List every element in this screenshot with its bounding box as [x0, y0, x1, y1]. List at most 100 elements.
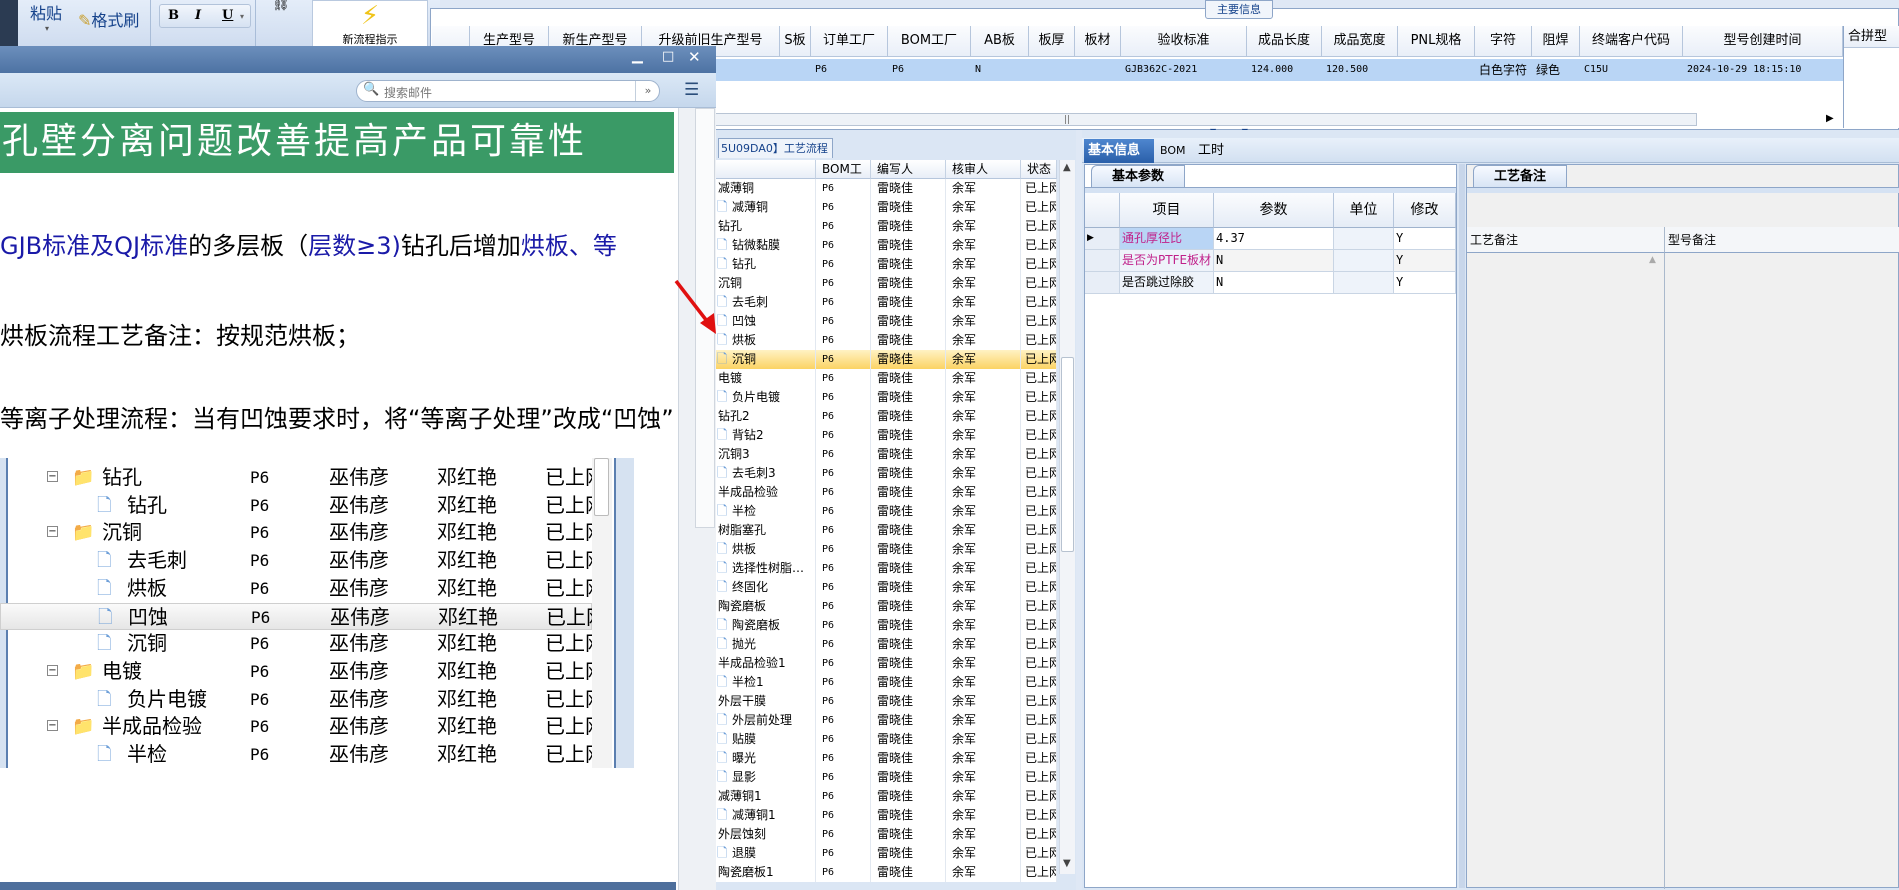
- paste-dropdown-icon[interactable]: ▾: [45, 24, 49, 33]
- vertical-splitter[interactable]: [1459, 164, 1465, 888]
- param-modify[interactable]: Y: [1394, 272, 1456, 294]
- row-indicator[interactable]: [1085, 250, 1120, 272]
- search-options-chevron-icon[interactable]: »: [635, 81, 660, 101]
- table-cell[interactable]: [1029, 59, 1075, 81]
- scroll-up-icon[interactable]: ▲: [1649, 255, 1656, 265]
- column-header[interactable]: 项目: [1120, 193, 1214, 228]
- table-cell[interactable]: C15U: [1580, 59, 1683, 81]
- process-memo-field[interactable]: ▲: [1467, 253, 1665, 889]
- process-row[interactable]: 🗋 半检 P6雷晓佳余军已上网: [716, 502, 1057, 521]
- link-icon[interactable]: ⛓: [272, 0, 290, 12]
- param-item[interactable]: 是否为PTFE板材: [1120, 250, 1214, 272]
- process-row[interactable]: 🗋 去毛刺3 P6雷晓佳余军已上网: [716, 464, 1057, 483]
- process-row[interactable]: 🗋 背钻2 P6雷晓佳余军已上网: [716, 426, 1057, 445]
- table-cell[interactable]: GJB362C-2021: [1121, 59, 1247, 81]
- column-header[interactable]: 字符: [1475, 26, 1532, 57]
- column-header[interactable]: AB板: [971, 26, 1029, 57]
- email-scrollbar[interactable]: [678, 108, 716, 890]
- tab-bom[interactable]: BOM: [1156, 139, 1190, 163]
- process-row[interactable]: 🗋 抛光 P6雷晓佳余军已上网: [716, 635, 1057, 654]
- column-header[interactable]: 型号创建时间: [1683, 26, 1843, 57]
- column-header[interactable]: PNL规格: [1398, 26, 1475, 57]
- column-header[interactable]: [716, 160, 816, 179]
- tab-process-memo[interactable]: 工艺备注: [1473, 165, 1567, 187]
- table-cell[interactable]: P6: [888, 59, 971, 81]
- process-row[interactable]: 钻孔2 P6雷晓佳余军已上网: [716, 407, 1057, 426]
- process-row[interactable]: 🗋 退膜 P6雷晓佳余军已上网: [716, 844, 1057, 863]
- param-modify[interactable]: Y: [1394, 250, 1456, 272]
- process-row[interactable]: 🗋 减薄铜 P6雷晓佳余军已上网: [716, 198, 1057, 217]
- process-row[interactable]: 🗋去毛刺P6雷晓佳余军已上网: [716, 293, 1057, 312]
- process-row[interactable]: 外层蚀刻 P6雷晓佳余军已上网: [716, 825, 1057, 844]
- column-header[interactable]: 编写人: [871, 160, 946, 179]
- process-row[interactable]: 🗋烘板P6雷晓佳余军已上网: [716, 331, 1057, 350]
- process-row[interactable]: 🗋 曝光 P6雷晓佳余军已上网: [716, 749, 1057, 768]
- search-mail-input[interactable]: 🔍 搜索邮件 »: [356, 80, 660, 102]
- table-cell[interactable]: 2024-10-29 18:15:10: [1683, 59, 1843, 81]
- table-cell[interactable]: 124.000: [1247, 59, 1322, 81]
- process-row[interactable]: 🗋 半检1 P6雷晓佳余军已上网: [716, 673, 1057, 692]
- column-header[interactable]: 订单工厂: [811, 26, 888, 57]
- process-row[interactable]: 树脂塞孔 P6雷晓佳余军已上网: [716, 521, 1057, 540]
- process-row[interactable]: 减薄铜1 P6雷晓佳余军已上网: [716, 787, 1057, 806]
- process-row[interactable]: 减薄铜 P6雷晓佳余军已上网: [716, 179, 1057, 198]
- column-header[interactable]: 单位: [1334, 193, 1394, 228]
- table-cell[interactable]: [1075, 59, 1121, 81]
- process-row[interactable]: 🗋 减薄铜1 P6雷晓佳余军已上网: [716, 806, 1057, 825]
- column-header[interactable]: 参数: [1214, 193, 1334, 228]
- process-row[interactable]: 🗋烘板P6雷晓佳余军已上网: [716, 540, 1057, 559]
- menu-list-icon[interactable]: ☰: [684, 80, 699, 100]
- column-header[interactable]: S板: [780, 26, 811, 57]
- process-row[interactable]: 🗋 沉铜 P6雷晓佳余军已上网: [716, 350, 1057, 369]
- horizontal-scrollbar[interactable]: [714, 113, 1697, 126]
- new-flow-button[interactable]: ⚡ 新流程指示: [312, 0, 428, 48]
- process-row[interactable]: 🗋 负片电镀 P6雷晓佳余军已上网: [716, 388, 1057, 407]
- param-value[interactable]: N: [1214, 272, 1334, 294]
- param-unit[interactable]: [1334, 272, 1394, 294]
- maximize-icon[interactable]: □: [662, 49, 674, 64]
- param-item[interactable]: 是否跳过除胶: [1120, 272, 1214, 294]
- tab-basic-info[interactable]: 基本信息: [1084, 139, 1154, 163]
- minimize-icon[interactable]: ▁: [632, 48, 643, 64]
- paste-button[interactable]: 粘贴: [30, 0, 62, 24]
- param-modify[interactable]: Y: [1394, 228, 1456, 250]
- param-value[interactable]: N: [1214, 250, 1334, 272]
- process-row[interactable]: 钻孔 P6雷晓佳余军已上网: [716, 217, 1057, 236]
- underline-button[interactable]: U: [222, 5, 233, 27]
- process-row[interactable]: 🗋 陶瓷磨板 P6雷晓佳余军已上网: [716, 616, 1057, 635]
- column-header[interactable]: 修改: [1394, 193, 1456, 228]
- process-row[interactable]: 电镀 P6雷晓佳余军已上网: [716, 369, 1057, 388]
- vertical-scrollbar[interactable]: ▲ ▼: [1059, 160, 1075, 874]
- process-row[interactable]: 🗋凹蚀P6雷晓佳余军已上网: [716, 312, 1057, 331]
- scroll-grip[interactable]: [1065, 115, 1069, 124]
- column-header[interactable]: 成品宽度: [1322, 26, 1398, 57]
- table-cell[interactable]: 120.500: [1322, 59, 1398, 81]
- bold-button[interactable]: B: [168, 5, 179, 27]
- format-painter-button[interactable]: ✎格式刷: [78, 7, 139, 31]
- model-memo-field[interactable]: [1665, 253, 1899, 889]
- tab-basic-params[interactable]: 基本参数: [1091, 165, 1185, 187]
- row-indicator[interactable]: ▶: [1085, 228, 1120, 250]
- table-cell[interactable]: N: [971, 59, 1029, 81]
- param-item[interactable]: 通孔厚径比: [1120, 228, 1214, 250]
- column-header[interactable]: 板厚: [1029, 26, 1075, 57]
- process-row[interactable]: 陶瓷磨板1 P6雷晓佳余军已上网: [716, 863, 1057, 882]
- column-header[interactable]: 成品长度: [1247, 26, 1322, 57]
- column-header[interactable]: 板材: [1075, 26, 1121, 57]
- process-row[interactable]: 🗋 外层前处理 P6雷晓佳余军已上网: [716, 711, 1057, 730]
- param-unit[interactable]: [1334, 228, 1394, 250]
- scroll-right-arrow-icon[interactable]: ▶: [1826, 113, 1834, 124]
- scroll-down-arrow-icon[interactable]: ▼: [1063, 858, 1071, 869]
- column-header[interactable]: 终端客户代码: [1580, 26, 1683, 57]
- table-cell[interactable]: P6: [811, 59, 888, 81]
- param-value[interactable]: 4.37: [1214, 228, 1334, 250]
- table-cell[interactable]: 白色字符: [1475, 59, 1532, 81]
- process-row[interactable]: 陶瓷磨板 P6雷晓佳余军已上网: [716, 597, 1057, 616]
- table-cell[interactable]: 绿色: [1532, 59, 1580, 81]
- column-header[interactable]: BOM工厂: [888, 26, 971, 57]
- process-row[interactable]: 沉铜 P6雷晓佳余军已上网: [716, 274, 1057, 293]
- column-header[interactable]: BOM工厂: [816, 160, 871, 194]
- scroll-up-arrow-icon[interactable]: ▲: [1063, 162, 1071, 173]
- table-cell[interactable]: [1398, 59, 1475, 81]
- close-icon[interactable]: ✕: [688, 48, 701, 66]
